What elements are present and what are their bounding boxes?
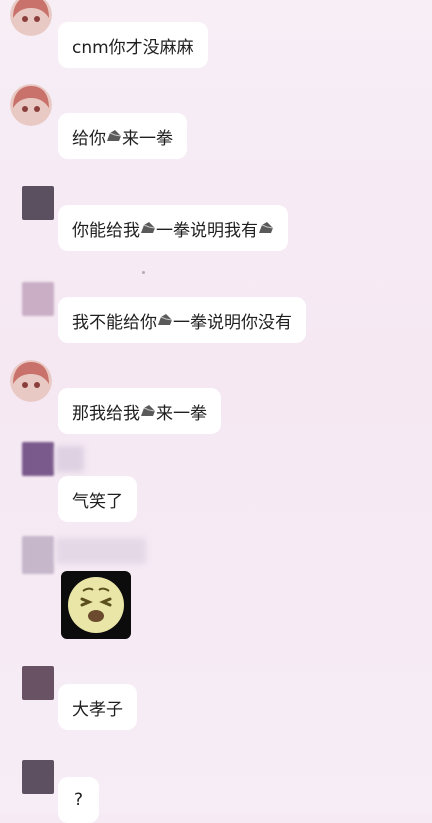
message-text: 气笑了 — [72, 491, 123, 512]
message-bubble[interactable]: 我不能给你 一拳说明你没有 — [58, 297, 306, 343]
avatar[interactable] — [10, 0, 52, 36]
rock-icon — [107, 130, 122, 141]
laughing-face-sticker[interactable] — [61, 571, 131, 639]
message-text: 你能给我 — [72, 220, 140, 241]
avatar[interactable] — [22, 442, 54, 476]
avatar[interactable] — [22, 186, 54, 220]
message-text: 来一拳 — [122, 128, 173, 149]
message-text: 一拳说明你没有 — [173, 312, 292, 333]
message-bubble[interactable]: 气笑了 — [58, 476, 137, 522]
avatar[interactable] — [22, 536, 54, 574]
message-bubble[interactable]: 大孝子 — [58, 684, 137, 730]
rock-icon — [141, 405, 156, 416]
message-text: 给你 — [72, 128, 106, 149]
divider-dot — [142, 271, 145, 274]
message-text: 来一拳 — [156, 403, 207, 424]
avatar[interactable] — [10, 84, 52, 126]
avatar[interactable] — [10, 360, 52, 402]
avatar[interactable] — [22, 282, 54, 316]
rock-icon — [158, 314, 173, 325]
message-text: 我不能给你 — [72, 312, 157, 333]
message-text: 大孝子 — [72, 699, 123, 720]
rock-icon — [141, 222, 156, 233]
message-text: 那我给我 — [72, 403, 140, 424]
message-bubble[interactable]: 你能给我 一拳说明我有 — [58, 205, 288, 251]
message-bubble[interactable]: 那我给我 来一拳 — [58, 388, 221, 434]
message-bubble[interactable]: ? — [58, 777, 100, 823]
avatar[interactable] — [22, 666, 54, 700]
chat-screen: cnm你才没麻麻 给你 来一拳 你能给我 一拳说明我有 我不能给你 一拳说明你没… — [0, 0, 432, 823]
message-bubble[interactable]: 给你 来一拳 — [58, 113, 187, 159]
message-text: ? — [74, 790, 84, 810]
message-text: 一拳说明我有 — [156, 220, 258, 241]
sender-name-blurred — [56, 538, 146, 564]
message-bubble[interactable]: cnm你才没麻麻 — [58, 22, 208, 68]
rock-icon — [259, 222, 274, 233]
sender-name-blurred — [56, 446, 84, 472]
message-text: cnm你才没麻麻 — [72, 37, 194, 58]
avatar[interactable] — [22, 760, 54, 794]
